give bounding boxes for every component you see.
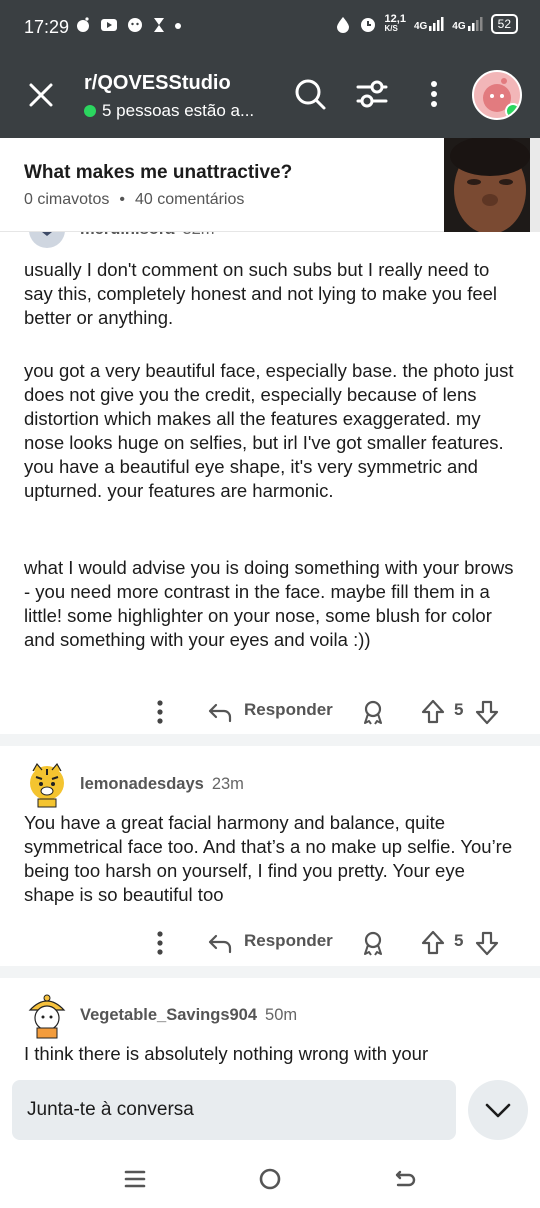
- network-type-1: 4G: [413, 21, 428, 32]
- system-icons: 12,1 K/S 4G 4G 52: [335, 14, 518, 34]
- net-speed-value: 12,1: [384, 13, 406, 25]
- status-time: 17:29: [24, 17, 70, 37]
- signal-bars-icon: [429, 17, 444, 31]
- award-icon[interactable]: [360, 698, 386, 726]
- comment-author-row: Vegetable_Savings904 50m: [22, 990, 297, 1040]
- online-dot-icon: [84, 105, 96, 117]
- comment-time: 32m: [182, 232, 214, 239]
- upvote-arrow-icon[interactable]: [420, 929, 446, 957]
- meta-separator: •: [119, 191, 125, 208]
- comment-author[interactable]: Vegetable_Savings904: [80, 1006, 257, 1025]
- app-header: r/QOVESStudio 5 pessoas estão a...: [0, 52, 540, 138]
- signal-bars-icon: [467, 17, 483, 31]
- downvote-arrow-icon[interactable]: [474, 929, 500, 957]
- reply-button[interactable]: Responder: [244, 931, 333, 951]
- status-bar: 17:29 12,1 K/S 4G 4G 52: [0, 0, 540, 52]
- comment-author[interactable]: meruinisora: [80, 232, 174, 239]
- reply-arrow-icon[interactable]: [206, 698, 234, 726]
- comment-actions: Responder 5: [0, 692, 540, 732]
- vote-count: 5: [454, 931, 464, 950]
- dot-icon: [175, 23, 181, 29]
- comment-actions: Responder 5: [0, 923, 540, 963]
- post-header[interactable]: What makes me unattractive? 0 cimavotos …: [0, 138, 540, 232]
- more-vertical-icon[interactable]: [414, 74, 454, 114]
- signal-1: 4G: [414, 16, 444, 32]
- filter-icon[interactable]: [352, 74, 392, 114]
- reply-bar: Junta-te à conversa: [0, 1070, 540, 1152]
- award-icon[interactable]: [360, 929, 386, 957]
- recent-apps-icon[interactable]: [122, 1166, 148, 1192]
- duck-avatar-icon: [28, 994, 66, 1039]
- youtube-notification-icon: [101, 19, 117, 31]
- net-speed: 12,1 K/S: [385, 14, 406, 34]
- join-conversation-input[interactable]: Junta-te à conversa: [12, 1080, 456, 1140]
- downvote-arrow-icon[interactable]: [474, 698, 500, 726]
- close-icon[interactable]: [26, 80, 56, 110]
- comment-paragraph: You have a great facial harmony and bala…: [24, 812, 513, 905]
- signal-2: 4G: [452, 16, 483, 32]
- comment-time: 23m: [211, 774, 244, 793]
- tiger-avatar-icon: [30, 762, 64, 808]
- comment-paragraph: you got a very beautiful face, especiall…: [24, 360, 514, 501]
- upvote-count: 0 cimavotos: [24, 191, 110, 208]
- face-notification-icon: [128, 18, 142, 32]
- collapse-button[interactable]: [468, 1080, 528, 1140]
- hourglass-icon: [154, 18, 164, 32]
- upvote-arrow-icon[interactable]: [420, 698, 446, 726]
- vote-count: 5: [454, 700, 464, 719]
- data-saver-icon: [336, 17, 349, 33]
- battery-indicator: 52: [490, 14, 518, 34]
- search-icon[interactable]: [290, 74, 330, 114]
- network-type-2: 4G: [452, 21, 466, 32]
- comment-count: 40 comentários: [134, 191, 245, 208]
- comment-more-icon[interactable]: [150, 929, 170, 957]
- comment-time: 50m: [265, 1005, 298, 1024]
- user-avatar[interactable]: [472, 70, 522, 120]
- net-speed-unit: K/S: [384, 24, 398, 33]
- subreddit-name[interactable]: r/QOVESStudio: [84, 72, 231, 95]
- comment-separator: [0, 734, 540, 746]
- comment-paragraph: usually I don't comment on such subs but…: [24, 259, 498, 328]
- comment-thread[interactable]: meruinisora 32m usually I don't comment …: [0, 232, 540, 1070]
- comment-separator: [0, 966, 540, 978]
- reply-arrow-icon[interactable]: [206, 929, 234, 957]
- user-online-dot-icon: [505, 103, 520, 118]
- selfie-image: [444, 138, 540, 232]
- alarm-icon: [360, 18, 375, 32]
- join-conversation-placeholder: Junta-te à conversa: [27, 1099, 194, 1120]
- user-avatar-icon: [29, 232, 65, 248]
- post-title[interactable]: What makes me unattractive?: [24, 162, 292, 184]
- system-nav-bar: [0, 1152, 540, 1208]
- online-count: 5 pessoas estão a...: [84, 101, 254, 121]
- comment-author-row: lemonadesdays 23m: [22, 759, 244, 809]
- comment-author-row: meruinisora 32m: [22, 232, 215, 254]
- reply-button[interactable]: Responder: [244, 700, 333, 720]
- post-thumbnail[interactable]: [444, 138, 540, 232]
- comment-author[interactable]: lemonadesdays: [80, 775, 204, 794]
- notification-icons: [74, 16, 182, 34]
- comment-paragraph: what I would advise you is doing somethi…: [24, 557, 514, 650]
- home-icon[interactable]: [257, 1166, 283, 1192]
- reddit-notification-icon: [77, 17, 89, 32]
- comment-paragraph: I think there is absolutely nothing wron…: [24, 1043, 429, 1064]
- chevron-down-icon: [485, 1103, 511, 1118]
- online-count-text: 5 pessoas estão a...: [102, 101, 255, 120]
- post-meta: 0 cimavotos • 40 comentários: [24, 191, 244, 209]
- back-icon[interactable]: [392, 1166, 418, 1192]
- comment-more-icon[interactable]: [150, 698, 170, 726]
